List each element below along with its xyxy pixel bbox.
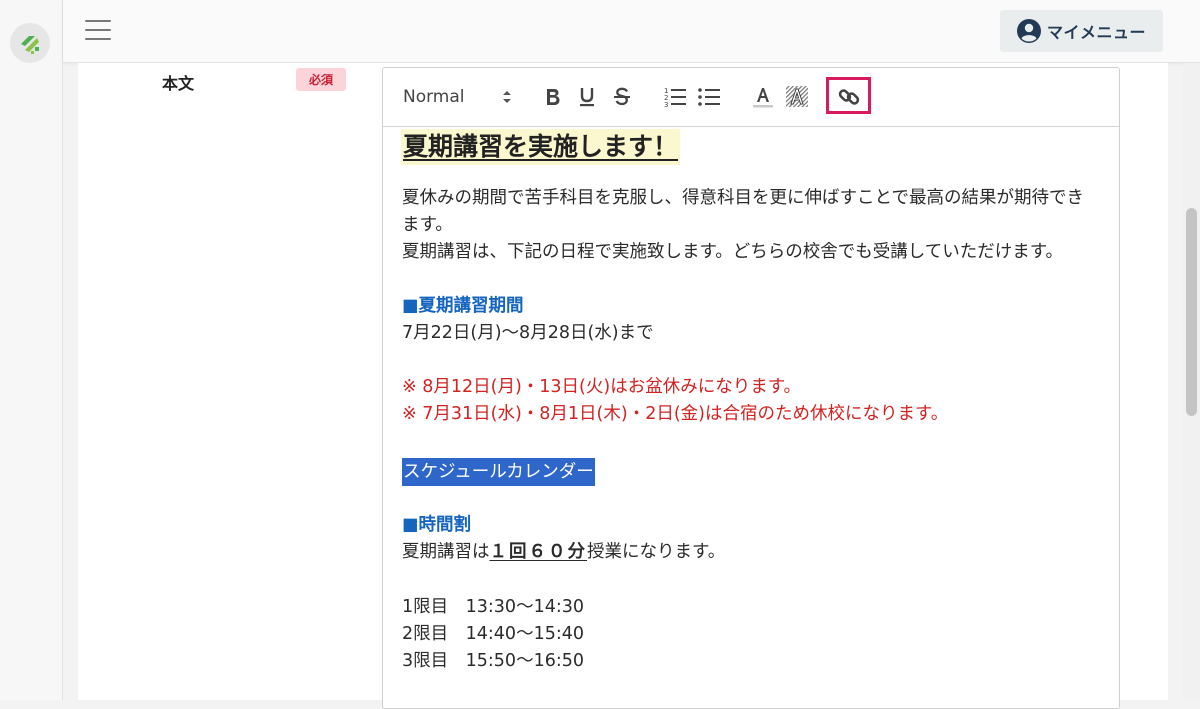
bold-icon [547,89,560,105]
text-color-button[interactable] [748,82,778,112]
format-select-value: Normal [403,87,465,107]
rich-text-editor: Normal 1 2 3 夏期講習を実施します！ 夏休みの期間で苦手科目を克服し… [382,67,1120,709]
link-icon [838,89,860,105]
page-scrollbar[interactable] [1183,63,1200,700]
text-color-icon [753,88,773,108]
period-heading: ■夏期講習期間 [402,296,524,316]
my-menu-label: マイメニュー [1046,23,1146,42]
underline-icon [580,88,594,107]
app-logo-icon[interactable] [10,23,50,63]
timetable-post: 授業になります。 [587,542,726,562]
hamburger-icon[interactable] [85,20,111,40]
top-bar: マイメニュー [63,0,1200,63]
note-line: ※ 7月31日(水)・8月1日(木)・2日(金)は合宿のため休校になります。 [402,404,949,424]
bullet-list-button[interactable] [694,82,724,112]
svg-text:3: 3 [664,101,668,108]
editor-toolbar: Normal 1 2 3 [383,68,1119,127]
bullet-list-icon [698,88,720,106]
timetable-heading: ■時間割 [402,515,472,535]
note-line: ※ 8月12日(月)・13日(火)はお盆休みになります。 [402,377,801,397]
background-color-icon [786,86,808,107]
strikethrough-button[interactable] [607,82,637,112]
ordered-list-icon: 1 2 3 [664,87,686,108]
scrollbar-thumb[interactable] [1186,208,1197,416]
user-circle-icon [1016,19,1041,43]
background-color-button[interactable] [782,82,812,112]
content-paragraph: ます。 [402,215,453,235]
link-button[interactable] [834,82,864,112]
editor-content[interactable]: 夏期講習を実施します！ 夏休みの期間で苦手科目を克服し、得意科目を更に伸ばすこと… [401,129,1112,675]
strikethrough-icon [614,87,630,106]
period-row: 2限目 14:40～15:40 [402,624,584,644]
selected-text[interactable]: スケジュールカレンダー [402,458,595,486]
period-text: 7月22日(月)～8月28日(水)まで [402,323,654,343]
ordered-list-button[interactable]: 1 2 3 [660,82,690,112]
select-arrows-icon [503,91,511,103]
bold-button[interactable] [538,82,568,112]
content-title: 夏期講習を実施します！ [401,129,681,165]
content-paragraph: 夏休みの期間で苦手科目を克服し、得意科目を更に伸ばすことで最高の結果が期待でき [402,188,1084,208]
timetable-pre: 夏期講習は [402,542,490,562]
period-row: 1限目 13:30～14:30 [402,597,584,617]
required-badge: 必須 [296,68,346,91]
timetable-emphasis: １回６０分 [489,542,587,562]
underline-button[interactable] [572,82,602,112]
field-label-body: 本文 [162,74,195,93]
timetable-text: 夏期講習は１回６０分授業になります。 [402,539,1112,566]
format-select[interactable]: Normal [403,84,515,110]
period-row: 3限目 15:50～16:50 [402,651,584,671]
my-menu-button[interactable]: マイメニュー [1000,10,1163,52]
left-sidebar [0,0,63,700]
content-paragraph: 夏期講習は、下記の日程で実施致します。どちらの校舎でも受講していただけます。 [402,242,1063,262]
